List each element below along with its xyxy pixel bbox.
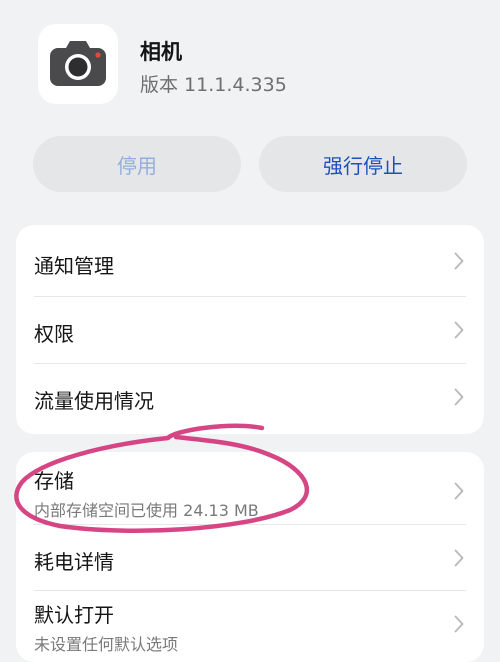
chevron-right-icon	[454, 252, 464, 270]
item-title: 权限	[34, 322, 74, 346]
item-title: 流量使用情况	[34, 389, 154, 413]
chevron-right-icon	[454, 388, 464, 406]
app-name: 相机	[140, 40, 182, 64]
item-title: 通知管理	[34, 254, 114, 278]
item-subtitle: 内部存储空间已使用 24.13 MB	[34, 501, 259, 520]
settings-group-2: 存储 内部存储空间已使用 24.13 MB 耗电详情 默认打开 未设置任何默认选…	[16, 452, 484, 662]
storage-item[interactable]: 存储 内部存储空间已使用 24.13 MB	[16, 452, 484, 524]
notification-management-item[interactable]: 通知管理	[16, 225, 484, 296]
item-title: 默认打开	[34, 603, 114, 627]
settings-group-1: 通知管理 权限 流量使用情况	[16, 225, 484, 434]
battery-details-item[interactable]: 耗电详情	[16, 525, 484, 590]
app-version: 版本 11.1.4.335	[140, 74, 287, 96]
chevron-right-icon	[454, 482, 464, 500]
app-header: 相机 版本 11.1.4.335	[0, 0, 500, 130]
item-title: 存储	[34, 469, 74, 493]
data-usage-item[interactable]: 流量使用情况	[16, 364, 484, 434]
item-title: 耗电详情	[34, 550, 114, 574]
camera-icon	[38, 24, 118, 104]
chevron-right-icon	[454, 549, 464, 567]
chevron-right-icon	[454, 321, 464, 339]
force-stop-button[interactable]: 强行停止	[259, 136, 467, 192]
open-by-default-item[interactable]: 默认打开 未设置任何默认选项	[16, 591, 484, 662]
permissions-item[interactable]: 权限	[16, 297, 484, 363]
chevron-right-icon	[454, 615, 464, 633]
disable-button[interactable]: 停用	[33, 136, 241, 192]
item-subtitle: 未设置任何默认选项	[34, 635, 179, 654]
